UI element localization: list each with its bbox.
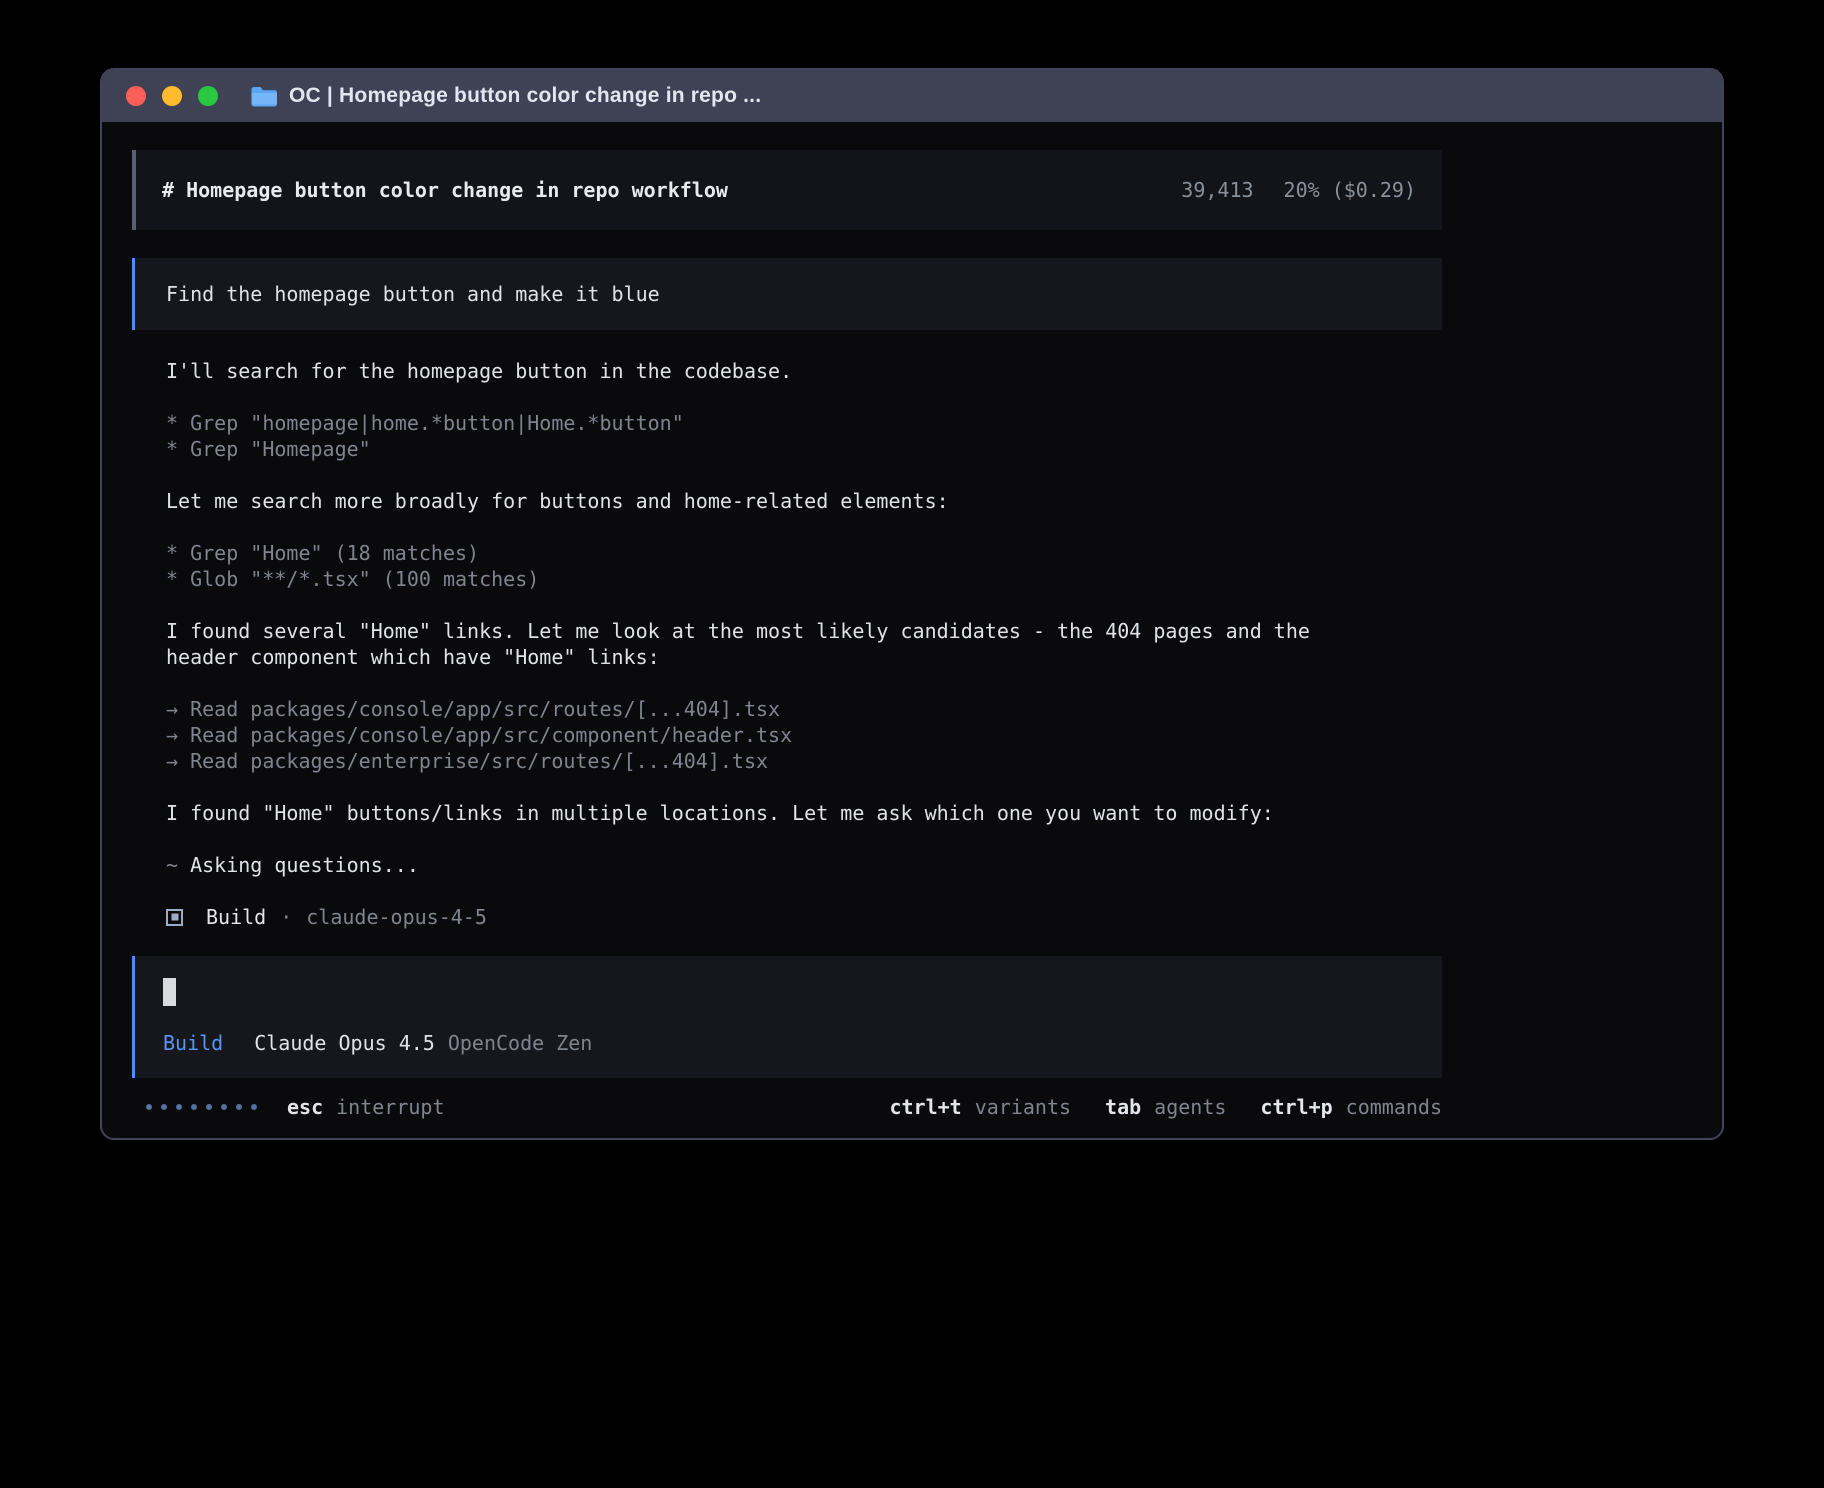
prompt-input[interactable]: Build Claude Opus 4.5 OpenCode Zen <box>132 956 1442 1078</box>
tool-call-line: → Read packages/console/app/src/routes/[… <box>166 696 1346 722</box>
session-title: # Homepage button color change in repo w… <box>162 177 728 203</box>
status-prefix: ~ <box>166 853 190 877</box>
spinner-dot <box>161 1104 167 1110</box>
agent-status: Build · claude-opus-4-5 <box>132 904 1722 930</box>
keyboard-hint: ctrl+t variants <box>889 1094 1071 1120</box>
text-cursor <box>163 978 176 1006</box>
terminal-window: OC | Homepage button color change in rep… <box>100 68 1724 1140</box>
esc-key-label: interrupt <box>336 1094 444 1120</box>
tool-call-line: * Grep "homepage|home.*button|Home.*butt… <box>166 410 1346 436</box>
tool-call-line: * Grep "Homepage" <box>166 436 1346 462</box>
agent-name: Build <box>206 904 266 930</box>
keyboard-hint-label: agents <box>1154 1094 1226 1120</box>
keyboard-hint-key: ctrl+p <box>1260 1094 1332 1120</box>
status-bar-left: esc interrupt <box>146 1094 445 1120</box>
user-message-text: Find the homepage button and make it blu… <box>166 281 660 307</box>
token-count: 39,413 <box>1181 177 1253 203</box>
transcript: I'll search for the homepage button in t… <box>132 358 1346 878</box>
spinner-dot <box>191 1104 197 1110</box>
folder-icon <box>250 85 277 107</box>
spinner-dot <box>146 1104 152 1110</box>
window-title: OC | Homepage button color change in rep… <box>289 84 761 108</box>
assistant-text: Let me search more broadly for buttons a… <box>166 488 1346 514</box>
window-titlebar[interactable]: OC | Homepage button color change in rep… <box>102 70 1722 122</box>
keyboard-hint-label: variants <box>975 1094 1071 1120</box>
keyboard-hint: ctrl+p commands <box>1260 1094 1442 1120</box>
window-controls <box>126 86 218 106</box>
status-bar: esc interrupt ctrl+tvariantstabagentsctr… <box>132 1094 1442 1120</box>
user-message: Find the homepage button and make it blu… <box>132 258 1442 330</box>
spinner-dot <box>176 1104 182 1110</box>
agent-model: claude-opus-4-5 <box>306 904 487 930</box>
spinner-dot <box>206 1104 212 1110</box>
assistant-text: I'll search for the homepage button in t… <box>166 358 1346 384</box>
input-status-row: Build Claude Opus 4.5 OpenCode Zen <box>163 1030 1414 1056</box>
esc-key-hint: esc <box>287 1094 323 1120</box>
close-window-button[interactable] <box>126 86 146 106</box>
spinner-dots <box>146 1104 257 1110</box>
keyboard-hint-key: ctrl+t <box>889 1094 961 1120</box>
tool-call-line: * Glob "**/*.tsx" (100 matches) <box>166 566 1346 592</box>
agent-icon <box>166 909 183 926</box>
session-stats: 39,413 20% ($0.29) <box>1181 177 1416 203</box>
spinner-dot <box>236 1104 242 1110</box>
spinner-dot <box>221 1104 227 1110</box>
minimize-window-button[interactable] <box>162 86 182 106</box>
tool-call-group: → Read packages/console/app/src/routes/[… <box>166 696 1346 774</box>
prompt-input-line[interactable] <box>163 978 1414 1006</box>
tool-call-line: → Read packages/console/app/src/componen… <box>166 722 1346 748</box>
working-status-line: ~ Asking questions... <box>166 852 1346 878</box>
agent-mode-label[interactable]: Build <box>163 1030 223 1056</box>
tool-call-line: → Read packages/enterprise/src/routes/[.… <box>166 748 1346 774</box>
assistant-text: I found "Home" buttons/links in multiple… <box>166 800 1346 826</box>
zoom-window-button[interactable] <box>198 86 218 106</box>
status-text: Asking questions... <box>190 853 419 877</box>
keyboard-hint-label: commands <box>1346 1094 1442 1120</box>
desktop-background: OC | Homepage button color change in rep… <box>0 0 1824 1488</box>
tool-call-group: * Grep "homepage|home.*button|Home.*butt… <box>166 410 1346 462</box>
tool-call-group: * Grep "Home" (18 matches)* Glob "**/*.t… <box>166 540 1346 592</box>
keyboard-hints: ctrl+t variants tab agents ctrl+p commands <box>889 1094 1442 1120</box>
spinner-dot <box>251 1104 257 1110</box>
tool-call-line: * Grep "Home" (18 matches) <box>166 540 1346 566</box>
agent-separator: · <box>280 904 292 930</box>
context-usage: 20% ($0.29) <box>1284 177 1416 203</box>
terminal-content: # Homepage button color change in repo w… <box>102 122 1722 1120</box>
assistant-text: I found several "Home" links. Let me loo… <box>166 618 1346 670</box>
provider-label: OpenCode Zen <box>448 1030 593 1056</box>
model-label[interactable]: Claude Opus 4.5 <box>254 1030 435 1056</box>
keyboard-hint: tab agents <box>1105 1094 1226 1120</box>
session-header: # Homepage button color change in repo w… <box>132 150 1442 230</box>
keyboard-hint-key: tab <box>1105 1094 1141 1120</box>
